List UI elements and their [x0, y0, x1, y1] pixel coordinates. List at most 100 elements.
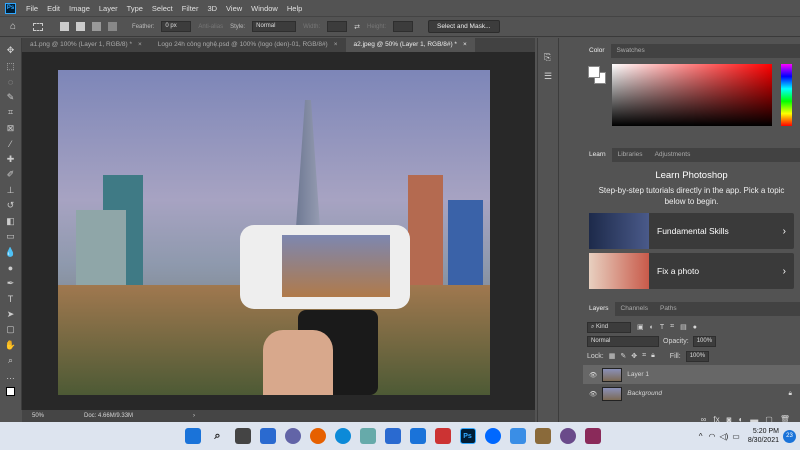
filter-smart-icon[interactable]: ▤ [680, 323, 687, 331]
fill-input[interactable]: 100% [685, 350, 710, 362]
mail-icon[interactable] [409, 428, 426, 444]
close-icon[interactable]: × [463, 41, 467, 48]
menu-view[interactable]: View [226, 4, 242, 13]
search-icon[interactable]: ⌕ [210, 428, 226, 444]
layer-filter-select[interactable]: ⌕ Kind [587, 321, 631, 333]
filter-shape-icon[interactable]: ⌗ [670, 323, 674, 331]
type-tool-icon[interactable]: T [4, 292, 18, 306]
antialias-checkbox[interactable]: Anti-alias [198, 24, 223, 30]
close-icon[interactable]: × [334, 41, 338, 48]
new-selection-icon[interactable] [60, 22, 70, 31]
marquee-tool-icon[interactable] [33, 22, 44, 31]
rectangle-tool-icon[interactable]: ▢ [4, 323, 18, 337]
firefox-icon[interactable] [309, 428, 326, 444]
clock[interactable]: 5:20 PM 8/30/2021 [748, 427, 779, 445]
app-icon[interactable] [359, 428, 376, 444]
tab-swatches[interactable]: Swatches [611, 44, 651, 58]
add-selection-icon[interactable] [76, 22, 86, 31]
crop-tool-icon[interactable]: ⌗ [4, 106, 18, 120]
notepad-icon[interactable] [509, 428, 526, 444]
layer-row-background[interactable]: 👁︎ Background 🔒︎ [583, 384, 800, 403]
pen-tool-icon[interactable]: ✒ [4, 277, 18, 291]
more-tools-icon[interactable]: … [4, 370, 18, 384]
opacity-input[interactable]: 100% [692, 336, 717, 347]
tab-color[interactable]: Color [583, 44, 611, 58]
start-icon[interactable] [184, 428, 201, 444]
quick-select-tool-icon[interactable]: ✎ [4, 91, 18, 105]
widgets-icon[interactable] [259, 428, 276, 444]
tab-logo[interactable]: Logo 24h công nghệ.psd @ 100% (logo (den… [150, 38, 346, 52]
app-icon[interactable] [559, 428, 576, 444]
menu-help[interactable]: Help [287, 4, 302, 13]
path-select-tool-icon[interactable]: ➤ [4, 308, 18, 322]
store-icon[interactable] [384, 428, 401, 444]
eyedropper-tool-icon[interactable]: ⁄ [4, 137, 18, 151]
menu-type[interactable]: Type [127, 4, 143, 13]
tab-paths[interactable]: Paths [654, 302, 683, 316]
width-input[interactable] [327, 21, 348, 32]
teams-chat-icon[interactable] [284, 428, 301, 444]
battery-icon[interactable]: ▭ [732, 432, 740, 441]
lasso-tool-icon[interactable]: ◌ [4, 75, 18, 89]
volume-icon[interactable]: ◁) [719, 432, 728, 441]
color-swatches-icon[interactable] [4, 385, 18, 399]
card-fundamental-skills[interactable]: Fundamental Skills › [589, 213, 794, 249]
swap-icon[interactable]: ⇄ [354, 23, 360, 31]
intersect-selection-icon[interactable] [108, 22, 118, 31]
photoshop-taskbar-icon[interactable]: Ps [459, 428, 476, 444]
hue-slider[interactable] [781, 64, 792, 126]
history-brush-tool-icon[interactable]: ↺ [4, 199, 18, 213]
card-fix-a-photo[interactable]: Fix a photo › [589, 253, 794, 289]
canvas-image[interactable] [58, 70, 490, 395]
filter-toggle-icon[interactable]: ● [693, 324, 697, 331]
color-field[interactable] [612, 64, 772, 126]
zoom-tool-icon[interactable]: ⌕ [4, 354, 18, 368]
menu-file[interactable]: File [26, 4, 38, 13]
tray-overflow-icon[interactable]: ^ [699, 432, 703, 441]
move-tool-icon[interactable]: ✥ [4, 44, 18, 58]
tab-a2[interactable]: a2.jpeg @ 50% (Layer 1, RGB/8#) * × [345, 38, 475, 52]
tab-adjustments[interactable]: Adjustments [649, 148, 697, 162]
layer-row-layer-1[interactable]: 👁︎ Layer 1 [583, 365, 800, 384]
tab-channels[interactable]: Channels [615, 302, 654, 316]
lock-pixels-icon[interactable]: ✎ [620, 352, 626, 360]
edge-icon[interactable] [334, 428, 351, 444]
style-select[interactable]: Normal [252, 21, 297, 32]
menu-window[interactable]: Window [251, 4, 278, 13]
dodge-tool-icon[interactable]: ● [4, 261, 18, 275]
wifi-icon[interactable]: ◠ [708, 432, 715, 441]
eraser-tool-icon[interactable]: ◧ [4, 215, 18, 229]
properties-panel-icon[interactable]: ☰ [544, 71, 558, 82]
clone-stamp-tool-icon[interactable]: ⊥ [4, 184, 18, 198]
lock-transparent-icon[interactable]: ▦ [609, 352, 616, 360]
subtract-selection-icon[interactable] [92, 22, 102, 31]
eye-icon[interactable]: 👁︎ [589, 390, 597, 398]
history-panel-icon[interactable]: ⎘ [544, 52, 558, 63]
filter-type-icon[interactable]: T [660, 324, 664, 331]
filter-adjustment-icon[interactable]: ◐ [650, 324, 654, 331]
menu-3d[interactable]: 3D [207, 4, 217, 13]
menu-filter[interactable]: Filter [182, 4, 199, 13]
zoom-level[interactable]: 50% [32, 413, 44, 419]
menu-select[interactable]: Select [152, 4, 173, 13]
healing-brush-tool-icon[interactable]: ✚ [4, 153, 18, 167]
foreground-color-swatch[interactable] [588, 66, 600, 78]
blur-tool-icon[interactable]: 💧 [4, 246, 18, 260]
tab-learn[interactable]: Learn [583, 148, 612, 162]
tab-libraries[interactable]: Libraries [612, 148, 649, 162]
lock-artboard-icon[interactable]: ⌗ [642, 352, 646, 360]
tab-a1[interactable]: a1.png @ 100% (Layer 1, RGB/8) * × [22, 38, 150, 52]
gradient-tool-icon[interactable]: ▭ [4, 230, 18, 244]
menu-image[interactable]: Image [69, 4, 90, 13]
height-input[interactable] [393, 21, 414, 32]
close-icon[interactable]: × [138, 41, 142, 48]
eye-icon[interactable]: 👁︎ [589, 371, 597, 379]
notification-badge[interactable]: 23 [783, 429, 796, 443]
marquee-tool-icon[interactable]: ⬚ [4, 60, 18, 74]
feather-input[interactable]: 0 px [161, 21, 192, 32]
home-icon[interactable]: ⌂ [10, 21, 16, 32]
task-view-icon[interactable] [234, 428, 251, 444]
brush-tool-icon[interactable]: ✐ [4, 168, 18, 182]
menu-edit[interactable]: Edit [47, 4, 60, 13]
zalo-icon[interactable] [484, 428, 501, 444]
